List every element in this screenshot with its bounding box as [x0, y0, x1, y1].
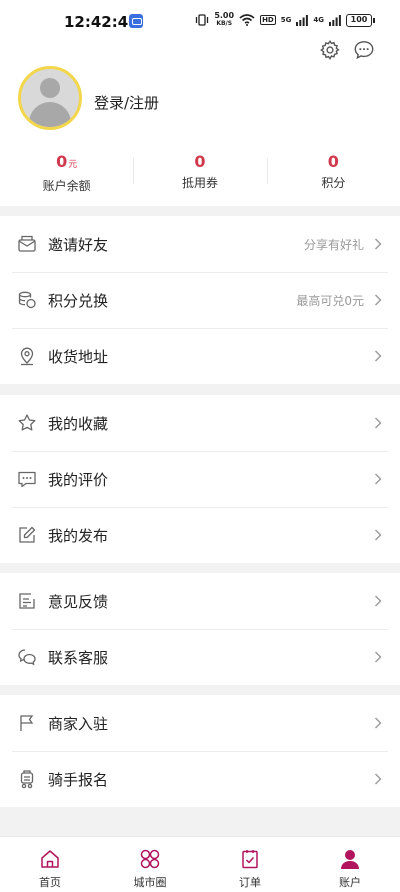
chevron-right-icon	[372, 651, 384, 663]
tab-orders[interactable]: 订单	[200, 837, 300, 892]
wifi-icon	[239, 14, 255, 26]
clipboard-check-icon	[238, 847, 262, 871]
stat-points[interactable]: 0 积分	[266, 152, 400, 192]
scooter-icon	[16, 768, 38, 790]
tab-account[interactable]: 账户	[300, 837, 400, 892]
chevron-right-icon	[372, 595, 384, 607]
home-icon	[38, 847, 62, 871]
menu-group-3: 意见反馈 联系客服	[0, 573, 400, 685]
tab-home[interactable]: 首页	[0, 837, 100, 892]
menu-item-favorites[interactable]: 我的收藏	[0, 395, 400, 451]
notification-app-icon	[129, 14, 143, 28]
four-circles-icon	[138, 847, 162, 871]
menu-group-1: 邀请好友 分享有好礼 积分兑换 最高可兑0元 收货地址	[0, 216, 400, 384]
star-icon	[16, 412, 38, 434]
location-pin-icon	[16, 345, 38, 367]
flag-icon	[16, 712, 38, 734]
menu-item-points-exchange[interactable]: 积分兑换 最高可兑0元	[0, 272, 400, 328]
signal-icon	[296, 14, 309, 26]
account-stats: 0元 账户余额 0 抵用券 0 积分	[0, 152, 400, 193]
stat-balance-label: 账户余额	[42, 179, 91, 193]
battery-icon: 100	[346, 13, 375, 27]
menu-group-2: 我的收藏 我的评价 我的发布	[0, 395, 400, 563]
coins-icon	[16, 289, 38, 311]
bottom-tab-bar: 首页 城市圈 订单 账户	[0, 836, 400, 892]
stat-points-value: 0	[327, 152, 339, 171]
menu-item-reviews[interactable]: 我的评价	[0, 451, 400, 507]
net-speed: 5.00 KB/S	[214, 11, 235, 28]
menu-item-rider-signup[interactable]: 骑手报名	[0, 751, 400, 807]
status-indicators: 5.00 KB/S HD 5G 4G 100	[195, 11, 375, 28]
chevron-right-icon	[372, 417, 384, 429]
chat-bubbles-icon	[16, 646, 38, 668]
menu-item-feedback[interactable]: 意见反馈	[0, 573, 400, 629]
chevron-right-icon	[372, 238, 384, 250]
stat-balance-value: 0	[56, 152, 68, 171]
menu-item-customer-service[interactable]: 联系客服	[0, 629, 400, 685]
profile-header: 登录/注册 0元 账户余额 0 抵用券 0 积分	[0, 40, 400, 206]
chevron-right-icon	[372, 773, 384, 785]
chevron-right-icon	[372, 350, 384, 362]
message-icon[interactable]	[352, 38, 376, 62]
login-register-link[interactable]: 登录/注册	[94, 92, 159, 113]
chevron-right-icon	[372, 473, 384, 485]
avatar[interactable]	[18, 66, 82, 130]
chevron-right-icon	[372, 294, 384, 306]
menu-group-4: 商家入驻 骑手报名	[0, 695, 400, 807]
settings-gear-icon[interactable]	[318, 38, 342, 62]
stat-coupons[interactable]: 0 抵用券	[133, 152, 266, 192]
menu-item-merchant-join[interactable]: 商家入驻	[0, 695, 400, 751]
stat-balance-unit: 元	[68, 160, 78, 170]
comment-icon	[16, 468, 38, 490]
stat-points-label: 积分	[321, 176, 346, 190]
menu-item-address[interactable]: 收货地址	[0, 328, 400, 384]
chevron-right-icon	[372, 529, 384, 541]
menu-item-posts[interactable]: 我的发布	[0, 507, 400, 563]
stat-coupons-value: 0	[194, 152, 206, 171]
feedback-icon	[16, 590, 38, 612]
menu-item-invite[interactable]: 邀请好友 分享有好礼	[0, 216, 400, 272]
vibrate-icon	[196, 14, 209, 26]
status-time: 12:42:40	[64, 13, 139, 31]
envelope-icon	[16, 233, 38, 255]
tab-city-circle[interactable]: 城市圈	[100, 837, 200, 892]
edit-icon	[16, 524, 38, 546]
header-actions	[318, 38, 376, 62]
stat-balance[interactable]: 0元 账户余额	[0, 152, 133, 193]
chevron-right-icon	[372, 717, 384, 729]
invite-hint: 分享有好礼	[303, 237, 364, 252]
stat-coupons-label: 抵用券	[181, 176, 218, 190]
points-hint: 最高可兑0元	[296, 293, 364, 308]
hd-badge: HD	[260, 15, 276, 25]
user-icon	[338, 847, 362, 871]
signal-icon-2	[329, 14, 341, 26]
